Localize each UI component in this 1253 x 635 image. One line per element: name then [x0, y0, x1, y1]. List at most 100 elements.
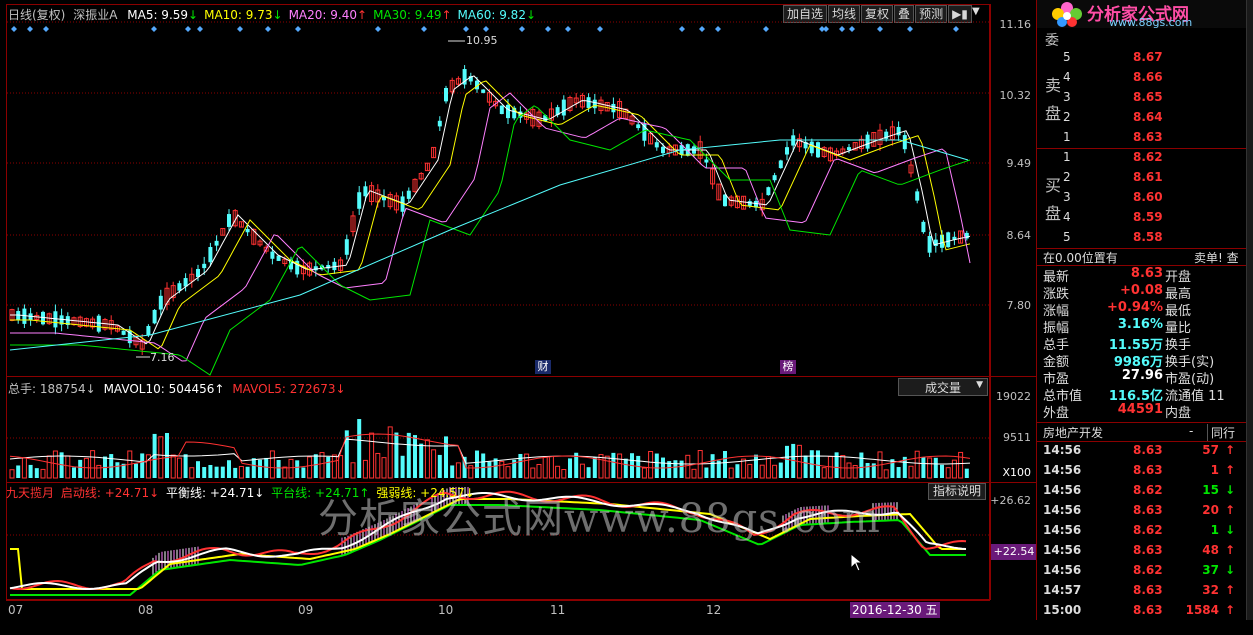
volume-bar	[227, 460, 231, 478]
scrollbar[interactable]	[1246, 0, 1253, 620]
tick-price: 8.63	[1133, 603, 1163, 617]
tick-price: 8.62	[1133, 483, 1163, 497]
candle-body	[437, 120, 442, 127]
indicator-tick: +26.62	[990, 494, 1031, 507]
volume-bar	[592, 457, 597, 478]
volume-bar	[586, 467, 591, 478]
tick-volume: 20	[1202, 503, 1219, 517]
volume-bar	[741, 458, 747, 479]
volume-bar	[350, 462, 356, 479]
order-row[interactable]: 2 8.64	[1037, 108, 1247, 128]
order-row[interactable]: 1 8.62	[1037, 148, 1247, 168]
peer-tab[interactable]: 同行	[1207, 424, 1235, 441]
sector-name[interactable]: 房地产开发	[1043, 424, 1103, 441]
order-book-top-label: 委	[1045, 33, 1059, 49]
order-price: 8.64	[1133, 110, 1163, 124]
tick-row: 14:56 8.63 57 ↑	[1037, 441, 1247, 461]
indicator-name: 九天揽月	[6, 486, 55, 500]
candle-body	[921, 221, 926, 233]
candle-body	[654, 142, 659, 148]
volume-dropdown-label: 成交量	[925, 381, 962, 395]
volume-bar	[679, 460, 684, 478]
tick-volume: 32	[1202, 583, 1219, 597]
volume-indicator-dropdown[interactable]: 成交量 ▼	[898, 378, 988, 396]
volume-bar	[685, 454, 691, 479]
volume-bar	[673, 460, 678, 478]
candle-body	[196, 268, 200, 278]
volume-bar	[264, 457, 269, 478]
position-text: 在0.00位置有	[1043, 251, 1118, 265]
volume-bar	[958, 451, 964, 479]
volume-bar	[9, 469, 15, 479]
volume-bar	[258, 459, 262, 478]
volume-bar	[400, 455, 405, 478]
right-panel: 分析家公式网 www.88gs.com 委 卖 盘 买 盘 5 8.67 4 8.66…	[1036, 0, 1247, 620]
sell-order-link[interactable]: 卖单! 查	[1194, 249, 1239, 266]
volume-bar	[518, 453, 523, 478]
event-diamond	[151, 26, 157, 32]
event-diamond	[483, 26, 489, 32]
order-row[interactable]: 1 8.63	[1037, 128, 1247, 148]
order-row[interactable]: 4 8.66	[1037, 68, 1247, 88]
tick-time: 14:56	[1043, 543, 1082, 557]
date-tick: 12	[706, 603, 722, 617]
volume-bar	[307, 456, 313, 479]
tick-row: 14:56 8.63 20 ↑	[1037, 501, 1247, 521]
volume-bar	[759, 464, 765, 479]
date-axis: 07 08 09 10 11 12 2016-12-30 五	[6, 600, 990, 621]
ranking-marker[interactable]: 榜	[780, 360, 796, 374]
order-row[interactable]: 5 8.58	[1037, 228, 1247, 248]
order-level: 3	[1063, 190, 1071, 204]
volume-bar	[444, 436, 448, 478]
order-row[interactable]: 2 8.61	[1037, 168, 1247, 188]
volume-bar	[604, 455, 610, 479]
volume-unit: X100	[1002, 466, 1031, 479]
indicator-help-button[interactable]: 指标说明	[928, 483, 986, 500]
order-row[interactable]: 5 8.67	[1037, 48, 1247, 68]
order-row[interactable]: 3 8.65	[1037, 88, 1247, 108]
volume-bar	[158, 436, 164, 479]
volume-bar	[704, 467, 709, 478]
tick-row: 14:56 8.62 15 ↓	[1037, 481, 1247, 501]
order-row[interactable]: 3 8.60	[1037, 188, 1247, 208]
volume-axis: 19022 9511 X100	[990, 376, 1037, 482]
financial-marker[interactable]: 财	[535, 360, 551, 374]
candle-body	[245, 228, 250, 233]
price-tick: 9.49	[1006, 157, 1032, 170]
tick-time: 14:56	[1043, 503, 1082, 517]
order-price: 8.67	[1133, 50, 1163, 64]
volume-bar	[413, 435, 417, 478]
stat-value: 3.16%	[1117, 317, 1163, 332]
tick-volume: 57	[1202, 443, 1219, 457]
indicator-line1: 启动线: +24.71↓	[60, 486, 160, 500]
arrow-up-icon: ↑	[1224, 543, 1235, 557]
tick-row: 14:56 8.62 37 ↓	[1037, 561, 1247, 581]
volume-bar	[189, 467, 195, 479]
volume-bar	[735, 464, 740, 478]
volume-bar	[821, 467, 827, 479]
mavol5-label: MAVOL5: 272673↓	[232, 382, 346, 396]
volume-bar	[859, 452, 864, 478]
volume-bar	[34, 468, 39, 478]
volume-bar	[72, 467, 76, 478]
candle-body	[121, 330, 126, 335]
volume-bar	[487, 461, 492, 478]
volume-bar	[505, 466, 511, 479]
volume-bar	[723, 450, 727, 478]
event-diamond	[763, 26, 769, 32]
event-diamond	[849, 26, 855, 32]
volume-bar	[778, 462, 783, 478]
volume-bar	[394, 432, 399, 478]
stat-row: 涨幅 +0.94% 最低	[1037, 300, 1247, 319]
volume-bar	[202, 467, 207, 478]
stat-row: 总手 11.55万 换手	[1037, 334, 1247, 353]
event-diamond	[375, 26, 381, 32]
order-row[interactable]: 4 8.59	[1037, 208, 1247, 228]
event-diamond	[877, 26, 883, 32]
volume-bar	[238, 465, 244, 479]
date-tick: 07	[8, 603, 24, 617]
volume-bar	[269, 450, 275, 479]
tick-row: 14:56 8.63 1 ↑	[1037, 461, 1247, 481]
volume-bar	[381, 457, 387, 479]
volume-bar	[369, 432, 375, 479]
